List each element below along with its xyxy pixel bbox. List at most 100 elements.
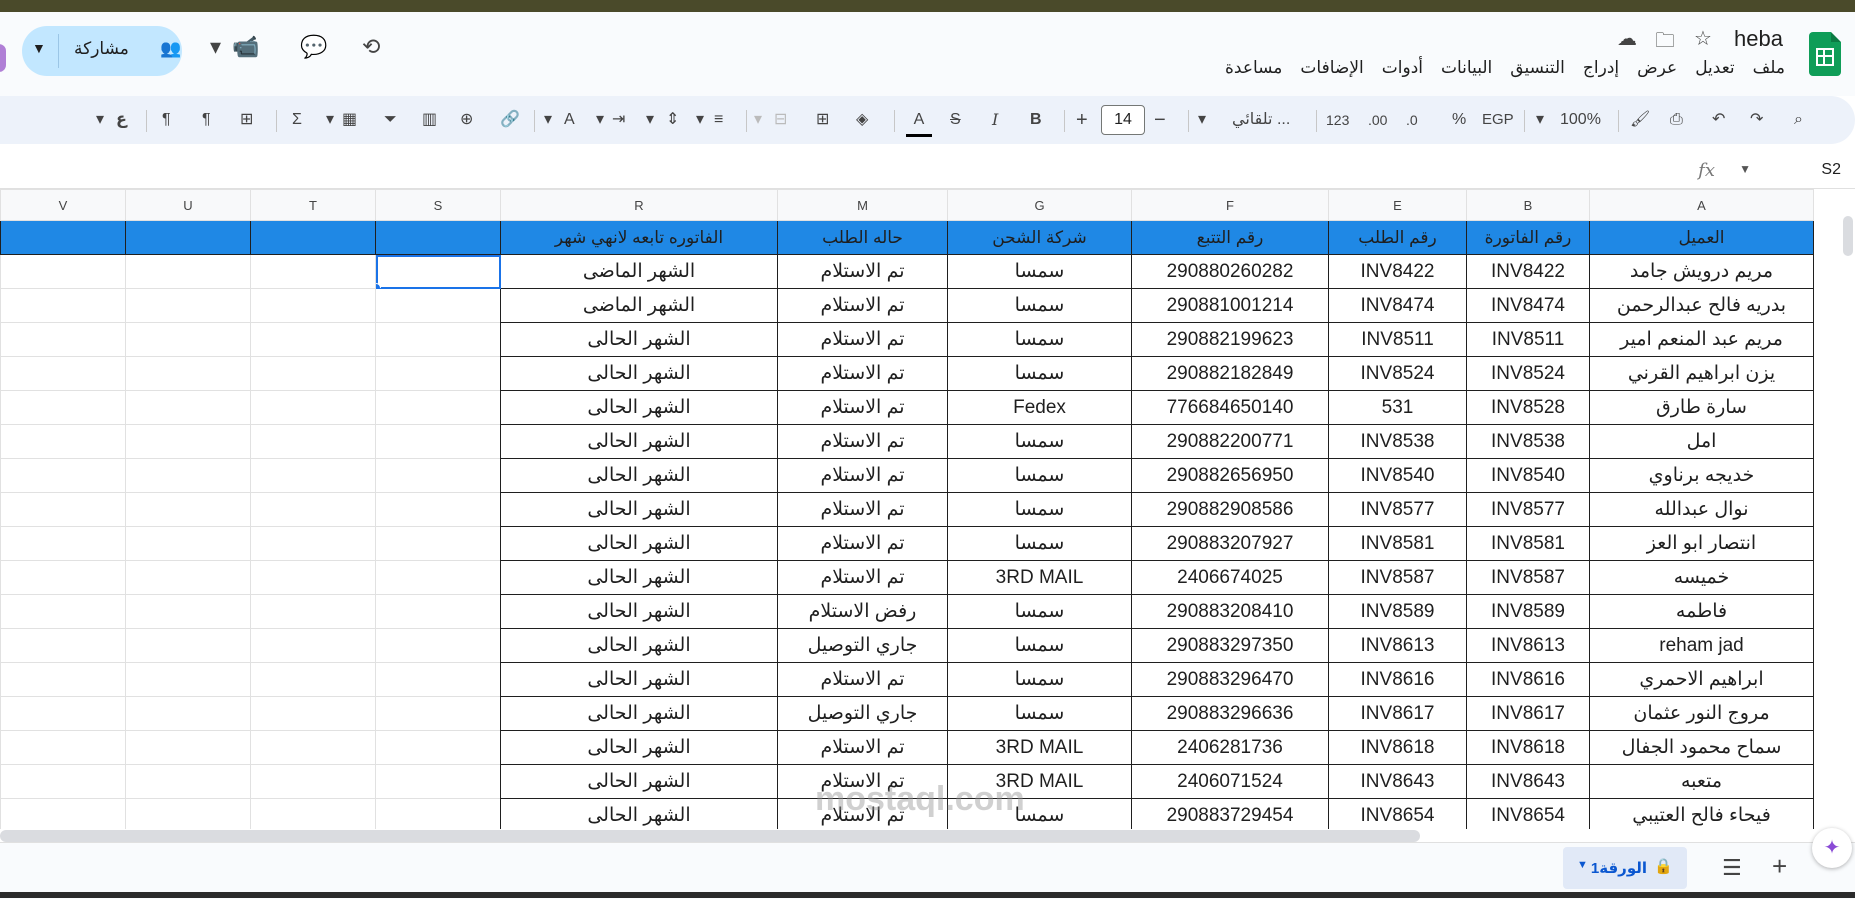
empty-cell[interactable] xyxy=(0,356,126,391)
empty-cell[interactable] xyxy=(250,696,376,731)
data-cell[interactable]: 3RD MAIL xyxy=(947,560,1132,595)
data-cell[interactable]: 290882182849 xyxy=(1131,356,1329,391)
data-cell[interactable]: سمسا xyxy=(947,696,1132,731)
data-cell[interactable]: تم الاستلام xyxy=(777,560,948,595)
halign-dropdown-icon[interactable]: ▾ xyxy=(696,106,704,134)
data-cell[interactable]: INV8528 xyxy=(1466,390,1590,425)
data-cell[interactable]: 2406674025 xyxy=(1131,560,1329,595)
empty-cell[interactable] xyxy=(375,458,501,493)
ltr-icon[interactable]: ¶ xyxy=(202,106,211,134)
horizontal-scrollbar[interactable] xyxy=(0,830,1420,842)
data-cell[interactable]: سمسا xyxy=(947,628,1132,663)
data-cell[interactable]: INV8524 xyxy=(1466,356,1590,391)
data-cell[interactable]: تم الاستلام xyxy=(777,526,948,561)
empty-cell[interactable] xyxy=(250,764,376,799)
empty-cell[interactable] xyxy=(250,730,376,765)
empty-cell[interactable] xyxy=(375,492,501,527)
data-cell[interactable]: الشهر الحالى xyxy=(500,492,778,527)
data-cell[interactable]: الشهر الحالى xyxy=(500,526,778,561)
data-cell[interactable]: الشهر الماضى xyxy=(500,254,778,289)
add-sheet-button[interactable]: + xyxy=(1772,851,1787,882)
column-header[interactable]: U xyxy=(125,189,251,221)
input-tools-icon[interactable]: ع xyxy=(116,106,127,134)
search-icon[interactable]: ⌕ xyxy=(1794,106,1803,134)
menu-item[interactable]: البيانات xyxy=(1441,58,1492,78)
empty-cell[interactable] xyxy=(0,288,126,323)
empty-cell[interactable] xyxy=(250,322,376,357)
data-cell[interactable]: 290883296470 xyxy=(1131,662,1329,697)
data-cell[interactable]: INV8581 xyxy=(1466,526,1590,561)
sheets-logo-icon[interactable] xyxy=(1809,32,1841,76)
empty-cell[interactable] xyxy=(125,798,251,829)
data-cell[interactable]: INV8589 xyxy=(1328,594,1467,629)
data-cell[interactable]: الشهر الحالى xyxy=(500,730,778,765)
meet-dropdown-icon[interactable]: ▾ xyxy=(210,34,221,60)
data-cell[interactable]: جاري التوصيل xyxy=(777,696,948,731)
empty-cell[interactable] xyxy=(0,798,126,829)
data-cell[interactable]: 776684650140 xyxy=(1131,390,1329,425)
header-cell[interactable]: حاله الطلب xyxy=(777,220,948,255)
data-cell[interactable]: ابراهيم الاحمري xyxy=(1589,662,1814,697)
data-cell[interactable]: تم الاستلام xyxy=(777,730,948,765)
data-cell[interactable]: INV8422 xyxy=(1466,254,1590,289)
rtl-icon[interactable]: ¶ xyxy=(162,106,171,134)
empty-cell[interactable] xyxy=(375,662,501,697)
data-cell[interactable]: سمسا xyxy=(947,356,1132,391)
data-cell[interactable]: متعبه xyxy=(1589,764,1814,799)
vertical-align-icon[interactable]: ⇕ xyxy=(666,106,679,134)
empty-cell[interactable] xyxy=(375,220,501,255)
data-cell[interactable]: جاري التوصيل xyxy=(777,628,948,663)
data-cell[interactable]: سمسا xyxy=(947,526,1132,561)
data-cell[interactable]: مروج النور عثمان xyxy=(1589,696,1814,731)
paint-format-icon[interactable]: 🖌 xyxy=(1630,106,1650,134)
data-cell[interactable]: INV8613 xyxy=(1466,628,1590,663)
data-cell[interactable]: INV8616 xyxy=(1328,662,1467,697)
empty-cell[interactable] xyxy=(125,662,251,697)
explore-gemini-icon[interactable]: ✦ xyxy=(1812,828,1852,868)
empty-cell[interactable] xyxy=(125,492,251,527)
empty-cell[interactable] xyxy=(375,288,501,323)
pivot-icon[interactable]: ⊞ xyxy=(240,106,253,134)
empty-cell[interactable] xyxy=(375,696,501,731)
column-header[interactable]: V xyxy=(0,189,126,221)
bold-button[interactable]: B xyxy=(1030,106,1042,134)
wrap-dropdown-icon[interactable]: ▾ xyxy=(596,106,604,134)
data-cell[interactable]: امل xyxy=(1589,424,1814,459)
data-cell[interactable]: INV8581 xyxy=(1328,526,1467,561)
data-cell[interactable]: نوال عبدالله xyxy=(1589,492,1814,527)
font-size-input[interactable]: 14 xyxy=(1101,105,1145,135)
data-cell[interactable]: 3RD MAIL xyxy=(947,730,1132,765)
data-cell[interactable]: خديجه برناوي xyxy=(1589,458,1814,493)
data-cell[interactable]: 290883207927 xyxy=(1131,526,1329,561)
increase-decimal-button[interactable]: .00 xyxy=(1368,106,1387,134)
empty-cell[interactable] xyxy=(375,526,501,561)
empty-cell[interactable] xyxy=(125,390,251,425)
name-box-dropdown-icon[interactable]: ▼ xyxy=(1739,162,1751,176)
data-cell[interactable]: INV8616 xyxy=(1466,662,1590,697)
data-cell[interactable]: INV8474 xyxy=(1328,288,1467,323)
data-cell[interactable]: بدريه فالح عبدالرحمن xyxy=(1589,288,1814,323)
data-cell[interactable]: سمسا xyxy=(947,594,1132,629)
data-cell[interactable]: سمسا xyxy=(947,424,1132,459)
column-header[interactable]: E xyxy=(1328,189,1467,221)
empty-cell[interactable] xyxy=(375,628,501,663)
empty-cell[interactable] xyxy=(250,526,376,561)
data-cell[interactable]: سمسا xyxy=(947,662,1132,697)
menu-item[interactable]: مساعدة xyxy=(1225,58,1282,78)
empty-cell[interactable] xyxy=(125,594,251,629)
move-folder-icon[interactable]: 🗀 xyxy=(1653,26,1677,60)
header-cell[interactable]: شركة الشحن xyxy=(947,220,1132,255)
data-cell[interactable]: INV8618 xyxy=(1466,730,1590,765)
empty-cell[interactable] xyxy=(125,526,251,561)
data-cell[interactable]: انتصار ابو العز xyxy=(1589,526,1814,561)
header-cell[interactable]: رقم الفاتورة xyxy=(1466,220,1590,255)
menu-item[interactable]: ملف xyxy=(1753,58,1785,78)
column-header[interactable]: R xyxy=(500,189,778,221)
data-cell[interactable]: 290882656950 xyxy=(1131,458,1329,493)
empty-cell[interactable] xyxy=(125,220,251,255)
empty-cell[interactable] xyxy=(375,424,501,459)
column-header[interactable]: F xyxy=(1131,189,1329,221)
data-cell[interactable]: 290882908586 xyxy=(1131,492,1329,527)
comments-icon[interactable]: 💬 xyxy=(300,34,327,60)
empty-cell[interactable] xyxy=(125,288,251,323)
